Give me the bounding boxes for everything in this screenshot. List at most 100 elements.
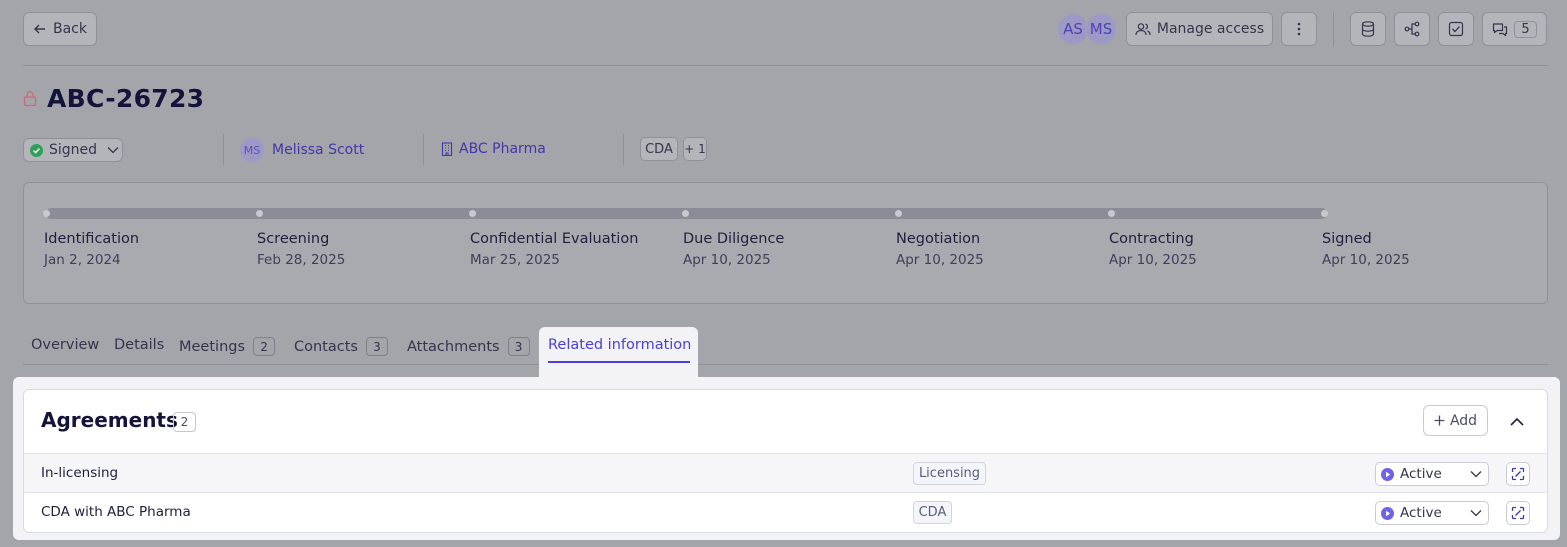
comments-count: 5	[1514, 20, 1537, 38]
status-label: Active	[1400, 505, 1442, 521]
section-count: 2	[173, 412, 196, 432]
building-icon	[441, 142, 453, 156]
more-options-button[interactable]	[1281, 12, 1317, 46]
stage-name: Identification	[44, 231, 140, 247]
chevron-down-icon	[107, 146, 119, 154]
agreements-card: Agreements 2 Add In-licensing Licensing …	[23, 389, 1548, 533]
tab-details[interactable]: Details	[114, 337, 164, 353]
agreement-name: In-licensing	[41, 465, 119, 481]
stage-dot	[1321, 210, 1328, 217]
stage-name: Negotiation	[896, 231, 981, 247]
unlink-icon	[1510, 466, 1526, 482]
play-circle-icon	[1381, 506, 1394, 520]
section-title: Agreements	[41, 408, 178, 432]
owner-link[interactable]: MS Melissa Scott	[240, 138, 364, 162]
comments-icon	[1492, 22, 1508, 37]
database-icon	[1361, 21, 1375, 37]
play-circle-icon	[1381, 467, 1394, 481]
back-button[interactable]: Back	[23, 12, 97, 46]
more-vertical-icon	[1297, 22, 1301, 36]
stage-timeline	[23, 182, 1548, 304]
stage-name: Confidential Evaluation	[470, 231, 639, 247]
owner-name: Melissa Scott	[272, 142, 365, 158]
stage-name: Due Diligence	[683, 231, 785, 247]
table-row[interactable]: In-licensing Licensing Active	[24, 453, 1547, 493]
avatar[interactable]: MS	[1085, 13, 1117, 45]
tab-meetings[interactable]: Meetings 2	[179, 337, 276, 356]
comments-button[interactable]: 5	[1482, 12, 1547, 46]
type-tag: CDA	[640, 137, 678, 161]
add-label: Add	[1449, 412, 1478, 429]
stage-date: Feb 28, 2025	[257, 252, 346, 268]
tab-label: Details	[114, 337, 165, 353]
chevron-down-icon	[1470, 470, 1482, 478]
arrow-left-icon	[33, 22, 47, 36]
manage-access-label: Manage access	[1156, 21, 1265, 37]
chevron-up-icon[interactable]	[1509, 410, 1525, 432]
stage-dot	[469, 210, 476, 217]
stage-dot	[895, 210, 902, 217]
stage-name: Contracting	[1109, 231, 1194, 247]
more-tags-badge[interactable]: + 1	[683, 137, 707, 161]
manage-access-button[interactable]: Manage access	[1126, 12, 1273, 46]
stage-name: Screening	[257, 231, 330, 247]
company-link[interactable]: ABC Pharma	[441, 141, 546, 157]
status-dropdown[interactable]: Signed	[23, 138, 123, 162]
stage-date: Apr 10, 2025	[896, 252, 984, 268]
tab-contacts[interactable]: Contacts 3	[294, 337, 388, 356]
checkbox-icon	[1448, 21, 1464, 37]
tab-overview[interactable]: Overview	[31, 337, 99, 353]
tab-label: Attachments	[407, 338, 500, 355]
agreement-type-tag: CDA	[913, 501, 952, 524]
add-agreement-button[interactable]: Add	[1423, 405, 1488, 436]
stage-date: Mar 25, 2025	[470, 252, 560, 268]
status-label: Active	[1400, 466, 1442, 482]
tasks-button[interactable]	[1438, 12, 1474, 46]
tab-count: 3	[365, 337, 388, 356]
tab-attachments[interactable]: Attachments 3	[407, 337, 530, 356]
tab-count: 2	[253, 337, 276, 356]
users-icon	[1135, 22, 1151, 36]
header-divider	[1333, 12, 1334, 46]
chevron-down-icon	[1470, 509, 1482, 517]
check-circle-icon	[30, 143, 43, 157]
lock-icon	[23, 90, 37, 107]
tab-count: 3	[507, 337, 530, 356]
meta-divider	[623, 134, 624, 165]
stage-dot	[1108, 210, 1115, 217]
stage-name: Signed	[1322, 231, 1372, 247]
table-row[interactable]: CDA with ABC Pharma CDA Active	[24, 492, 1547, 532]
active-tab-indicator	[548, 361, 690, 363]
stage-date: Jan 2, 2024	[44, 252, 121, 268]
avatar: MS	[240, 138, 264, 162]
stage-dot	[256, 210, 263, 217]
back-label: Back	[53, 21, 87, 37]
stage-dot	[682, 210, 689, 217]
unlink-button[interactable]	[1506, 462, 1530, 486]
unlink-icon	[1510, 505, 1526, 521]
page-title: ABC-26723	[47, 84, 205, 113]
stage-date: Apr 10, 2025	[1109, 252, 1197, 268]
tab-label: Overview	[31, 337, 100, 353]
workflow-icon	[1404, 21, 1420, 37]
plus-icon	[1434, 415, 1445, 426]
agreement-name: CDA with ABC Pharma	[41, 504, 191, 520]
unlink-button[interactable]	[1506, 501, 1530, 525]
agreement-status-dropdown[interactable]: Active	[1375, 462, 1489, 486]
database-button[interactable]	[1350, 12, 1386, 46]
workflow-button[interactable]	[1394, 12, 1430, 46]
meta-divider	[423, 134, 424, 165]
agreement-status-dropdown[interactable]: Active	[1375, 501, 1489, 525]
tabs-baseline	[23, 364, 1548, 365]
agreement-type-tag: Licensing	[913, 462, 986, 485]
status-label: Signed	[49, 142, 98, 158]
stage-date: Apr 10, 2025	[683, 252, 771, 268]
tab-label: Related information	[548, 337, 692, 353]
company-name: ABC Pharma	[459, 141, 546, 157]
meta-divider	[223, 134, 224, 165]
header-separator	[23, 65, 1548, 66]
tab-label: Meetings	[179, 338, 246, 355]
tab-label: Contacts	[294, 338, 358, 355]
stage-date: Apr 10, 2025	[1322, 252, 1410, 268]
stage-dot	[43, 210, 50, 217]
